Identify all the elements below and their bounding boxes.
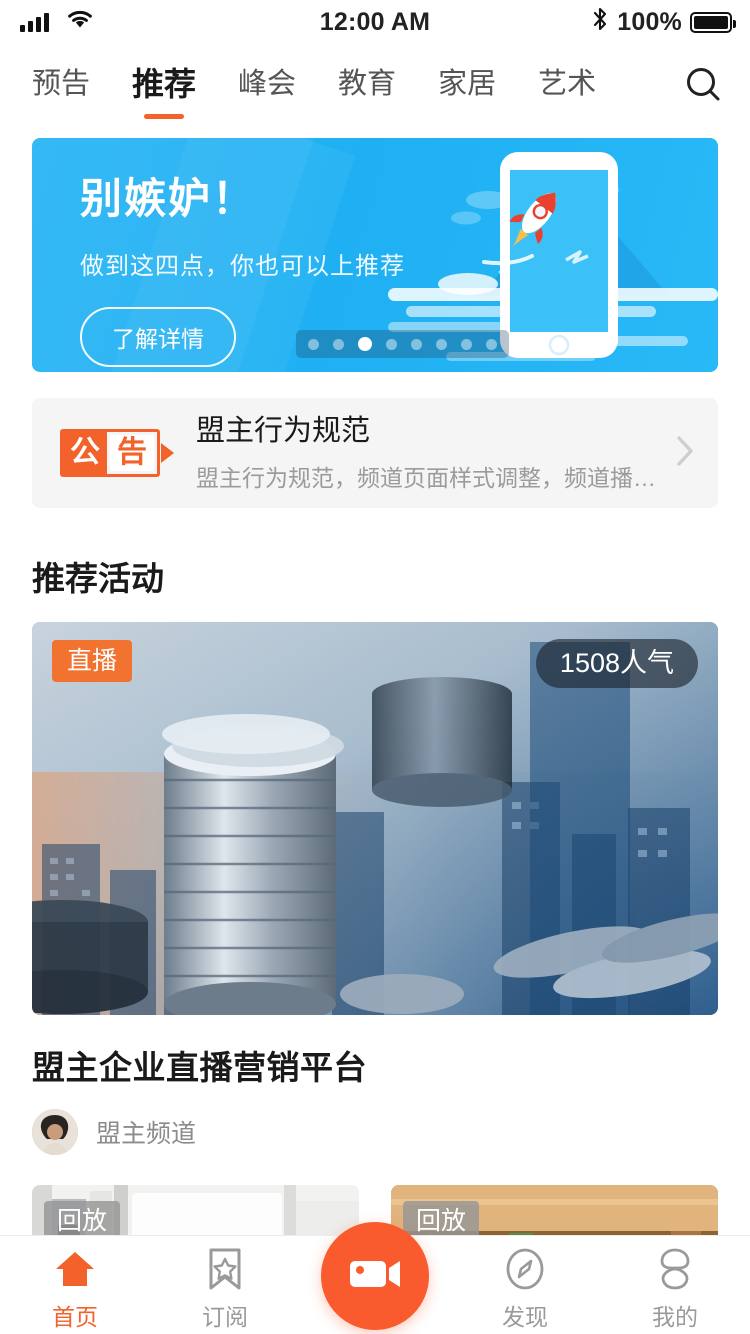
badge-char-second: 告 (110, 435, 154, 471)
pagination-dot[interactable] (411, 338, 422, 350)
banner-cta-button[interactable]: 了解详情 (80, 307, 236, 367)
pagination-dot-active[interactable] (358, 337, 372, 351)
status-bar: 12:00 AM 100% (0, 0, 750, 44)
section-title-recommended: 推荐活动 (32, 560, 164, 597)
tab-label: 艺术 (538, 67, 597, 100)
tabbar-label: 发现 (502, 1304, 548, 1330)
pagination-dot[interactable] (486, 338, 497, 350)
featured-activity-card[interactable]: 直播 1508人气 盟主企业直播营销平台 盟主频道 (32, 622, 718, 1155)
chevron-right-icon[interactable] (674, 434, 696, 473)
tabbar-item-subscriptions[interactable]: 订阅 (150, 1248, 300, 1332)
battery-full-icon (690, 11, 736, 33)
live-status-badge: 直播 (52, 640, 133, 682)
banner-title: 别嫉妒！ (80, 175, 257, 222)
tab-jiaju[interactable]: 家居 (417, 67, 517, 105)
card-title: 盟主企业直播营销平台 (32, 1049, 367, 1086)
pagination-dot[interactable] (333, 338, 344, 350)
announcement-badge: 公 告 (60, 429, 174, 477)
tabbar-item-discover[interactable]: 发现 (450, 1248, 600, 1332)
tab-yugao[interactable]: 预告 (24, 67, 111, 105)
promo-banner[interactable]: 别嫉妒！ 做到这四点，你也可以上推荐 了解详情 (32, 138, 718, 372)
status-bar-right: 100% (591, 6, 736, 39)
tab-tuijian[interactable]: 推荐 (111, 66, 217, 119)
announcement-title: 盟主行为规范 (196, 415, 371, 448)
tabbar-item-home[interactable]: 首页 (0, 1248, 150, 1332)
tab-label: 推荐 (132, 66, 197, 102)
tabbar-label: 首页 (52, 1304, 98, 1330)
bottom-tab-bar: 首页 订阅 发现 我的 (0, 1222, 750, 1334)
gonggao-badge: 公 告 (60, 429, 160, 477)
search-button[interactable] (676, 59, 732, 115)
tab-fenghui[interactable]: 峰会 (217, 67, 317, 105)
video-camera-icon (347, 1254, 403, 1299)
card-channel-row[interactable]: 盟主频道 (32, 1109, 718, 1155)
pagination-dot[interactable] (386, 338, 397, 350)
pagination-dot[interactable] (308, 338, 319, 350)
start-broadcast-button[interactable] (321, 1222, 429, 1330)
tab-yishu[interactable]: 艺术 (517, 67, 617, 105)
tabbar-label: 我的 (652, 1304, 698, 1330)
badge-arrow-icon (161, 443, 174, 463)
banner-pagination[interactable] (296, 330, 509, 358)
compass-icon (503, 1248, 547, 1290)
viewer-count-badge: 1508人气 (535, 639, 698, 689)
search-icon (682, 63, 726, 112)
battery-percent-label: 100% (617, 7, 682, 36)
bookmark-star-icon (206, 1248, 244, 1290)
bluetooth-icon (591, 6, 609, 39)
banner-subtitle: 做到这四点，你也可以上推荐 (80, 253, 405, 280)
tab-label: 家居 (438, 67, 497, 100)
status-bar-left (20, 8, 95, 37)
cellular-signal-icon (20, 12, 49, 32)
tab-label: 峰会 (238, 67, 297, 100)
badge-char-first: 公 (63, 432, 107, 474)
home-icon (53, 1248, 97, 1290)
active-tab-indicator (144, 114, 185, 119)
announcement-body: 盟主行为规范 盟主行为规范，频道页面样式调整，频道播放页更新… (196, 413, 664, 492)
tab-label: 教育 (338, 67, 397, 100)
channel-name: 盟主频道 (96, 1120, 197, 1148)
channel-avatar (32, 1109, 78, 1155)
person-icon (655, 1248, 695, 1290)
announcement-description: 盟主行为规范，频道页面样式调整，频道播放页更新… (196, 464, 664, 491)
pagination-dot[interactable] (461, 338, 472, 350)
category-tabs: 预告 推荐 峰会 教育 家居 艺术 (24, 66, 670, 119)
wifi-icon (65, 8, 95, 37)
announcement-banner[interactable]: 公 告 盟主行为规范 盟主行为规范，频道页面样式调整，频道播放页更新… (32, 398, 718, 508)
tab-label: 预告 (32, 67, 91, 100)
tab-jiaoyu[interactable]: 教育 (317, 67, 417, 105)
pagination-dot[interactable] (436, 338, 447, 350)
card-thumbnail[interactable]: 直播 1508人气 (32, 622, 718, 1015)
top-navigation: 预告 推荐 峰会 教育 家居 艺术 (0, 44, 750, 130)
tabbar-item-profile[interactable]: 我的 (600, 1248, 750, 1332)
tabbar-label: 订阅 (202, 1304, 248, 1330)
